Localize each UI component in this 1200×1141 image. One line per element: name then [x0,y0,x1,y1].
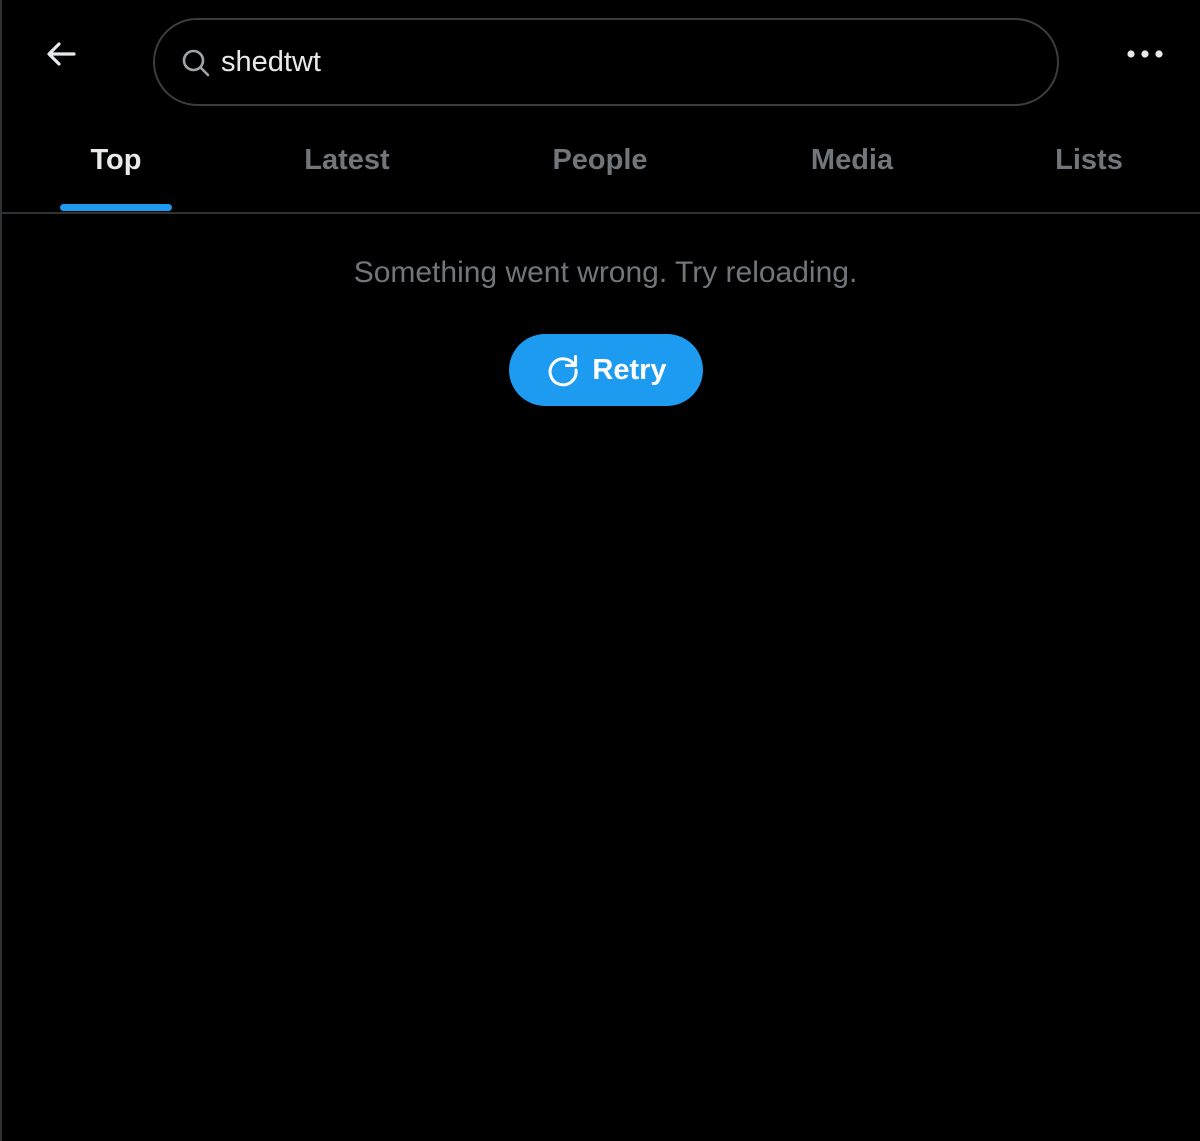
error-message: Something went wrong. Try reloading. [353,256,858,289]
tab-label: Top [90,143,142,176]
search-tabs: Top Latest People Media Lists [2,120,1200,214]
tab-lists[interactable]: Lists [1038,120,1140,212]
tab-latest[interactable]: Latest [282,120,412,212]
active-tab-indicator [60,204,172,211]
back-button[interactable] [38,34,86,74]
search-icon [182,49,210,77]
tab-label: Latest [304,143,390,176]
tab-top[interactable]: Top [60,120,172,212]
tab-media[interactable]: Media [786,120,918,212]
search-box[interactable] [153,18,1059,106]
tab-label: Media [810,143,894,176]
more-horizontal-icon [1127,50,1163,58]
arrow-left-icon [47,42,76,66]
retry-label: Retry [592,353,667,386]
tab-label: People [552,143,648,176]
app-frame: Top Latest People Media Lists Something … [0,0,1200,1141]
search-input[interactable] [221,40,1021,84]
tab-people[interactable]: People [527,120,673,212]
more-options-button[interactable] [1116,36,1174,72]
refresh-icon [549,355,578,387]
search-header [2,0,1200,120]
tab-label: Lists [1055,143,1123,176]
retry-button[interactable]: Retry [509,334,703,406]
